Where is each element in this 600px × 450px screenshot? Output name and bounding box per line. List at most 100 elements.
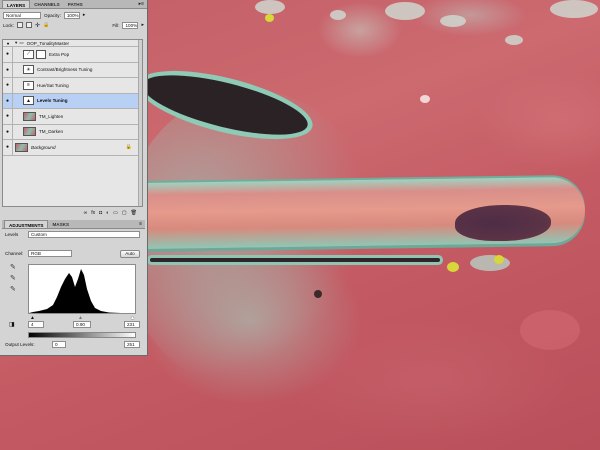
- eye-icon[interactable]: ●: [3, 77, 13, 93]
- tab-channels[interactable]: CHANNELS: [30, 0, 64, 8]
- layer-toolbar: ∞ fx ◘ ◐ ▭ ▢ 🗑: [2, 210, 143, 218]
- adjustment-title: Levels: [5, 232, 19, 237]
- add-mask-icon[interactable]: ◘: [99, 210, 102, 218]
- panel-seam: [150, 258, 440, 262]
- blend-row: Normal Opacity: 100% ▸: [0, 10, 147, 20]
- pixel-layer-icon: [23, 127, 36, 137]
- layer-name: Hue/Sat Tuning: [37, 82, 69, 88]
- layer-mask-thumb[interactable]: [36, 49, 46, 59]
- output-levels-label: Output Levels:: [5, 342, 35, 347]
- lock-label: Lock:: [3, 22, 14, 28]
- gray-eyedropper-icon[interactable]: ✎: [10, 275, 17, 282]
- lock-row: Lock: ✛ 🔒 Fill: 100% ▸: [0, 20, 147, 30]
- trash-icon[interactable]: 🗑: [131, 210, 137, 218]
- layers-tabbar: LAYERS CHANNELS PATHS ▸≡: [0, 0, 147, 9]
- lichen-patch: [330, 10, 346, 20]
- layer-name: Contrast/Brightness Tuning: [37, 67, 93, 73]
- lichen-patch: [505, 35, 523, 45]
- lichen-patch: [440, 15, 466, 27]
- adjustments-tabbar: ADJUSTMENTS MASKS ≡: [2, 220, 145, 229]
- layer-row-selected[interactable]: ● ▲ Levels Tuning: [3, 93, 142, 109]
- black-eyedropper-icon[interactable]: ✎: [10, 264, 17, 271]
- link-icon[interactable]: ∞: [84, 210, 88, 218]
- input-black-field[interactable]: 4: [28, 321, 44, 328]
- eye-icon[interactable]: ●: [3, 93, 13, 109]
- layer-row[interactable]: ● Background 🔒: [3, 139, 142, 156]
- layer-name: TM_Darken: [39, 129, 63, 135]
- lock-image-icon[interactable]: [25, 22, 32, 28]
- white-eyedropper-icon[interactable]: ✎: [10, 286, 17, 293]
- pixel-layer-icon: [15, 142, 28, 152]
- fx-icon[interactable]: fx: [91, 210, 95, 218]
- lock-transparency-icon[interactable]: [16, 22, 23, 28]
- folder-icon: ▭: [19, 40, 24, 45]
- layer-name: Background: [31, 144, 56, 150]
- lichen-patch: [385, 2, 425, 20]
- layers-list: ● ▾ ▭ OOP_TonalityMaster ● ⟋ Extra Pop ●…: [2, 39, 143, 207]
- preset-select[interactable]: Custom: [28, 231, 140, 238]
- fill-arrow-icon[interactable]: ▸: [141, 22, 144, 28]
- adjustments-panel: ADJUSTMENTS MASKS ≡ Levels Custom Channe…: [2, 220, 147, 356]
- opacity-label: Opacity:: [44, 12, 61, 18]
- output-white-field[interactable]: 251: [124, 341, 140, 348]
- clip-mask-icon[interactable]: ◨: [9, 321, 15, 328]
- tab-layers[interactable]: LAYERS: [2, 0, 31, 8]
- channel-label: Channel:: [5, 251, 24, 256]
- new-group-icon[interactable]: ▭: [113, 210, 118, 218]
- layer-group-name: OOP_TonalityMaster: [26, 40, 70, 46]
- input-gamma-field[interactable]: 0.90: [73, 321, 91, 328]
- eye-icon[interactable]: ●: [3, 108, 13, 124]
- eye-icon[interactable]: ●: [3, 62, 13, 78]
- disclosure-triangle-icon[interactable]: ▾: [15, 40, 17, 46]
- panel-menu-icon[interactable]: ≡: [139, 220, 145, 228]
- layers-scrollbar[interactable]: [138, 40, 142, 206]
- new-adjustment-icon[interactable]: ◐: [106, 210, 109, 218]
- channel-select[interactable]: RGB: [28, 250, 72, 257]
- lichen-patch: [470, 255, 510, 271]
- layer-name: TM_Lighten: [39, 113, 64, 119]
- paint-mottle: [520, 310, 580, 350]
- eye-icon[interactable]: ●: [3, 41, 13, 46]
- eye-icon[interactable]: ●: [3, 139, 13, 155]
- layer-row[interactable]: ● ≡ Hue/Sat Tuning: [3, 77, 142, 94]
- tab-paths[interactable]: PATHS: [64, 0, 87, 8]
- fill-label: Fill:: [112, 22, 120, 28]
- layer-row[interactable]: ● TM_Darken: [3, 124, 142, 140]
- layer-row[interactable]: ● ☀ Contrast/Brightness Tuning: [3, 62, 142, 78]
- histogram-graph: [29, 269, 121, 313]
- brightness-icon: ☀: [23, 65, 34, 75]
- layer-row[interactable]: ● ⟋ Extra Pop: [3, 46, 142, 63]
- lichen-patch: [550, 0, 598, 18]
- layer-name: Extra Pop: [49, 51, 70, 57]
- levels-histogram: [28, 264, 136, 314]
- opacity-arrow-icon[interactable]: ▸: [83, 12, 86, 18]
- paint-hole: [314, 290, 322, 298]
- output-gradient: [28, 332, 136, 338]
- lock-position-icon[interactable]: ✛: [35, 22, 40, 29]
- auto-button[interactable]: Auto: [120, 250, 140, 258]
- new-layer-icon[interactable]: ▢: [122, 210, 127, 218]
- levels-icon: ▲: [23, 96, 34, 106]
- layer-row[interactable]: ● TM_Lighten: [3, 108, 142, 125]
- tab-adjustments[interactable]: ADJUSTMENTS: [4, 220, 49, 228]
- tab-masks[interactable]: MASKS: [48, 220, 73, 228]
- blend-mode-select[interactable]: Normal: [3, 11, 41, 19]
- layers-panel: LAYERS CHANNELS PATHS ▸≡ Normal Opacity:…: [0, 0, 148, 356]
- paint-speck: [420, 95, 430, 103]
- lock-icon: 🔒: [125, 144, 132, 151]
- eye-icon[interactable]: ●: [3, 124, 13, 140]
- fill-field[interactable]: 100%: [122, 21, 139, 29]
- rust-spot: [455, 205, 551, 241]
- opacity-field[interactable]: 100%: [63, 11, 80, 19]
- pixel-layer-icon: [23, 111, 36, 121]
- lock-all-icon[interactable]: 🔒: [43, 22, 49, 28]
- yellow-lichen: [447, 262, 459, 272]
- curves-icon: ⟋: [23, 49, 34, 59]
- panel-menu-icon[interactable]: ▸≡: [139, 0, 147, 8]
- layer-name: Levels Tuning: [37, 98, 68, 104]
- eye-icon[interactable]: ●: [3, 46, 13, 62]
- yellow-lichen: [494, 255, 504, 264]
- layer-group-row[interactable]: ● ▾ ▭ OOP_TonalityMaster: [3, 40, 142, 47]
- input-white-field[interactable]: 231: [124, 321, 140, 328]
- output-black-field[interactable]: 0: [52, 341, 66, 348]
